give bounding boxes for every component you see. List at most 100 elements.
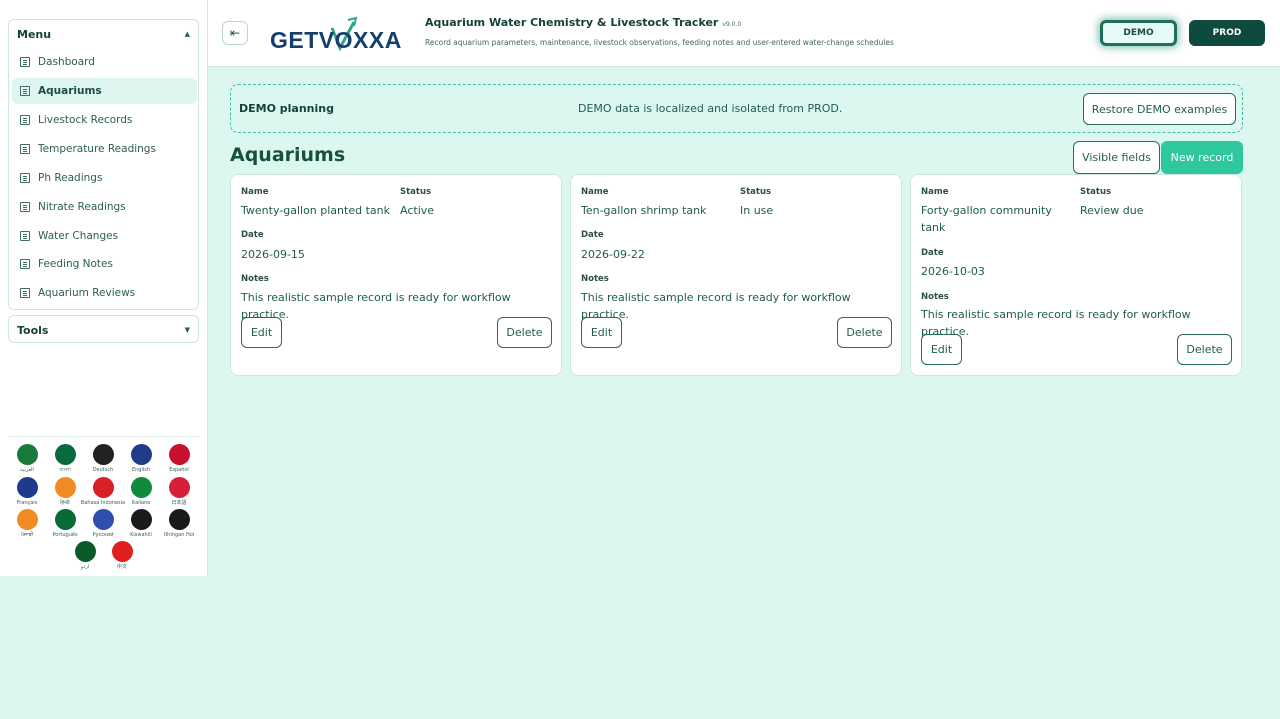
language-french[interactable]: Français bbox=[10, 477, 44, 506]
sidebar: Menu ▲ Dashboard Aquariums Livestock Rec… bbox=[0, 0, 208, 576]
notes-label: Notes bbox=[921, 292, 949, 302]
chevron-down-icon: ▼ bbox=[184, 326, 190, 334]
language-german[interactable]: Deutsch bbox=[86, 444, 120, 473]
language-arabic[interactable]: العربية bbox=[10, 444, 44, 473]
language-chinese[interactable]: 中文 bbox=[105, 541, 139, 570]
record-name: Ten-gallon shrimp tank bbox=[581, 204, 707, 217]
notes-label: Notes bbox=[581, 274, 609, 284]
flag-icon bbox=[54, 477, 76, 498]
logo-text: GETVOXXA bbox=[270, 27, 402, 53]
visible-fields-button[interactable]: Visible fields bbox=[1073, 141, 1160, 174]
logo: GETVOXXA bbox=[270, 14, 410, 54]
document-icon bbox=[20, 259, 30, 269]
page-title: Aquariums bbox=[230, 144, 346, 166]
new-record-button[interactable]: New record bbox=[1161, 141, 1243, 174]
delete-button[interactable]: Delete bbox=[497, 317, 552, 348]
app-header: ⇤ GETVOXXA Aquarium Water Chemistry & Li… bbox=[208, 0, 1280, 67]
sidebar-item-label: Water Changes bbox=[38, 230, 119, 242]
edit-button[interactable]: Edit bbox=[921, 334, 962, 365]
tools-title: Tools bbox=[17, 323, 49, 337]
edit-button[interactable]: Edit bbox=[581, 317, 622, 348]
sidebar-item-label: Feeding Notes bbox=[38, 258, 113, 270]
chevron-up-icon: ▲ bbox=[184, 30, 190, 38]
app-subtitle: Record aquarium parameters, maintenance,… bbox=[425, 38, 894, 47]
flag-icon bbox=[54, 509, 76, 530]
language-japanese[interactable]: 日本語 bbox=[162, 477, 196, 506]
delete-button[interactable]: Delete bbox=[837, 317, 892, 348]
language-selector: العربية বাংলা Deutsch English Español Fr… bbox=[8, 436, 199, 570]
flag-icon bbox=[16, 477, 38, 498]
language-italian[interactable]: Italiano bbox=[124, 477, 158, 506]
sidebar-item-label: Livestock Records bbox=[38, 114, 133, 126]
flag-icon bbox=[92, 444, 114, 465]
language-portuguese[interactable]: Português bbox=[48, 509, 82, 538]
record-date: 2026-10-03 bbox=[921, 265, 985, 278]
restore-demo-button[interactable]: Restore DEMO examples bbox=[1083, 93, 1236, 125]
flag-icon bbox=[54, 444, 76, 465]
flag-icon bbox=[168, 509, 190, 530]
language-bengali[interactable]: বাংলা bbox=[48, 444, 82, 473]
sidebar-item-aquariums[interactable]: Aquariums bbox=[12, 78, 197, 104]
sidebar-item-label: Temperature Readings bbox=[38, 143, 156, 155]
edit-button[interactable]: Edit bbox=[241, 317, 282, 348]
demo-button[interactable]: DEMO bbox=[1100, 20, 1177, 46]
flag-icon bbox=[130, 509, 152, 530]
language-swahili[interactable]: Kiswahili bbox=[124, 509, 158, 538]
menu-header[interactable]: Menu ▲ bbox=[9, 20, 198, 48]
language-urdu[interactable]: اردو bbox=[68, 541, 102, 570]
sidebar-toggle-button[interactable]: ⇤ bbox=[222, 21, 248, 45]
language-indonesian[interactable]: Bahasa Indonesia bbox=[81, 477, 125, 506]
flag-icon bbox=[74, 541, 96, 562]
document-icon bbox=[20, 86, 30, 96]
sidebar-item-label: Nitrate Readings bbox=[38, 201, 126, 213]
flag-icon bbox=[130, 444, 152, 465]
flag-icon bbox=[16, 444, 38, 465]
flag-icon bbox=[168, 477, 190, 498]
flag-icon bbox=[130, 477, 152, 498]
flag-icon bbox=[16, 509, 38, 530]
sidebar-item-ph-readings[interactable]: Ph Readings bbox=[12, 165, 197, 191]
document-icon bbox=[20, 57, 30, 67]
flag-icon bbox=[168, 444, 190, 465]
sidebar-item-water-changes[interactable]: Water Changes bbox=[12, 223, 197, 249]
sidebar-item-feeding-notes[interactable]: Feeding Notes bbox=[12, 251, 197, 277]
delete-button[interactable]: Delete bbox=[1177, 334, 1232, 365]
document-icon bbox=[20, 173, 30, 183]
document-icon bbox=[20, 231, 30, 241]
name-label: Name bbox=[921, 187, 949, 197]
language-punjabi[interactable]: ਪੰਜਾਬੀ bbox=[10, 509, 44, 538]
language-russian[interactable]: Русский bbox=[86, 509, 120, 538]
document-icon bbox=[20, 144, 30, 154]
document-icon bbox=[20, 202, 30, 212]
flag-icon bbox=[111, 541, 133, 562]
tools-panel[interactable]: Tools ▼ bbox=[8, 315, 199, 343]
flag-icon bbox=[92, 477, 114, 498]
sidebar-item-label: Aquarium Reviews bbox=[38, 287, 136, 299]
tools-header[interactable]: Tools ▼ bbox=[9, 316, 198, 344]
sidebar-item-dashboard[interactable]: Dashboard bbox=[12, 49, 197, 75]
record-card: Name Forty-gallon community tank Status … bbox=[910, 174, 1242, 376]
sidebar-item-label: Dashboard bbox=[38, 56, 95, 68]
document-icon bbox=[20, 115, 30, 125]
language-english[interactable]: English bbox=[124, 444, 158, 473]
sidebar-item-aquarium-reviews[interactable]: Aquarium Reviews bbox=[12, 280, 197, 306]
language-spanish[interactable]: Español bbox=[162, 444, 196, 473]
language-hindi[interactable]: हिन्दी bbox=[48, 477, 82, 506]
collapse-menu-icon: ⇤ bbox=[229, 26, 241, 40]
language-klingon[interactable]: tlhIngan Hol bbox=[162, 509, 196, 538]
record-card: Name Twenty-gallon planted tank Status A… bbox=[230, 174, 562, 376]
sidebar-item-temperature-readings[interactable]: Temperature Readings bbox=[12, 136, 197, 162]
status-label: Status bbox=[400, 187, 432, 197]
record-status: Active bbox=[400, 204, 435, 217]
status-label: Status bbox=[740, 187, 772, 197]
sidebar-item-livestock-records[interactable]: Livestock Records bbox=[12, 107, 197, 133]
app-title: Aquarium Water Chemistry & Livestock Tra… bbox=[425, 16, 742, 29]
status-label: Status bbox=[1080, 187, 1112, 197]
banner-title: DEMO planning bbox=[239, 102, 334, 115]
sidebar-item-label: Ph Readings bbox=[38, 172, 103, 184]
record-name: Twenty-gallon planted tank bbox=[241, 204, 390, 217]
sidebar-item-nitrate-readings[interactable]: Nitrate Readings bbox=[12, 194, 197, 220]
prod-button[interactable]: PROD bbox=[1189, 20, 1265, 46]
record-card: Name Ten-gallon shrimp tank Status In us… bbox=[570, 174, 902, 376]
record-date: 2026-09-15 bbox=[241, 248, 305, 261]
